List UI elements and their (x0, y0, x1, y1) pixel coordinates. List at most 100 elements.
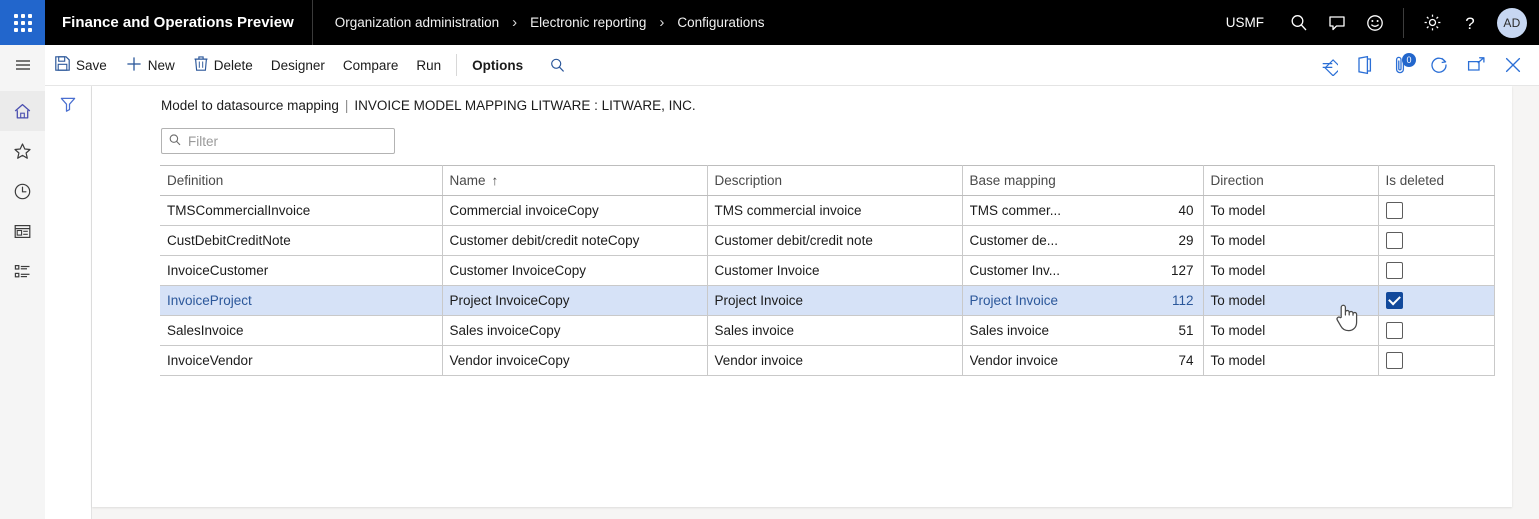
settings-gear-icon[interactable] (1413, 0, 1451, 45)
cell-base-mapping[interactable]: Customer Inv... 127 (962, 255, 1204, 286)
cell-name[interactable]: Vendor invoiceCopy (442, 345, 708, 376)
command-bar-right-actions: 0 (1309, 45, 1539, 85)
app-launcher-button[interactable] (0, 0, 45, 45)
cell-is-deleted[interactable] (1378, 255, 1495, 286)
svg-text:?: ? (1465, 14, 1474, 33)
cell-direction[interactable]: To model (1203, 315, 1379, 346)
run-button[interactable]: Run (407, 45, 450, 85)
cell-definition[interactable]: CustDebitCreditNote (160, 225, 443, 256)
cell-base-mapping[interactable]: Customer de... 29 (962, 225, 1204, 256)
cell-is-deleted[interactable] (1378, 195, 1495, 226)
filter-funnel-icon[interactable] (45, 86, 91, 122)
cell-is-deleted[interactable] (1378, 285, 1495, 316)
popout-icon[interactable] (1457, 45, 1494, 85)
compare-button[interactable]: Compare (334, 45, 408, 85)
cell-description[interactable]: TMS commercial invoice (707, 195, 963, 226)
app-title[interactable]: Finance and Operations Preview (45, 14, 312, 31)
cell-name[interactable]: Customer InvoiceCopy (442, 255, 708, 286)
column-header-is-deleted[interactable]: Is deleted (1378, 165, 1495, 196)
cell-definition[interactable]: InvoiceProject (160, 285, 443, 316)
cell-base-mapping[interactable]: Sales invoice 51 (962, 315, 1204, 346)
breadcrumb-item-organization-administration[interactable]: Organization administration (335, 15, 499, 30)
column-header-name[interactable]: Name ↑ (442, 165, 708, 196)
cell-description[interactable]: Customer debit/credit note (707, 225, 963, 256)
cell-name[interactable]: Sales invoiceCopy (442, 315, 708, 346)
cell-description[interactable]: Project Invoice (707, 285, 963, 316)
message-icon[interactable] (1318, 0, 1356, 45)
cell-direction[interactable]: To model (1203, 285, 1379, 316)
cell-direction[interactable]: To model (1203, 225, 1379, 256)
cell-is-deleted[interactable] (1378, 315, 1495, 346)
cell-base-mapping[interactable]: Vendor invoice 74 (962, 345, 1204, 376)
cell-definition[interactable]: TMSCommercialInvoice (160, 195, 443, 226)
star-favorites-icon[interactable] (0, 131, 45, 171)
cell-base-mapping[interactable]: Project Invoice 112 (962, 285, 1204, 316)
column-header-base-mapping[interactable]: Base mapping (962, 165, 1204, 196)
table-row-selected[interactable]: InvoiceProject Project InvoiceCopy Proje… (160, 285, 1495, 316)
column-header-direction[interactable]: Direction (1203, 165, 1379, 196)
feedback-smiley-icon[interactable] (1356, 0, 1394, 45)
cell-definition[interactable]: InvoiceCustomer (160, 255, 443, 286)
refresh-icon[interactable] (1420, 45, 1457, 85)
compare-label: Compare (342, 57, 399, 73)
cell-direction[interactable]: To model (1203, 195, 1379, 226)
cell-base-mapping[interactable]: TMS commer... 40 (962, 195, 1204, 226)
filter-input-wrapper[interactable] (161, 128, 395, 154)
base-mapping-number: 127 (1170, 263, 1194, 278)
cell-name[interactable]: Project InvoiceCopy (442, 285, 708, 316)
powerbi-diamond-icon[interactable] (1309, 45, 1346, 85)
help-question-icon[interactable]: ? (1451, 0, 1489, 45)
cell-definition[interactable]: SalesInvoice (160, 315, 443, 346)
close-icon[interactable] (1494, 45, 1531, 85)
office-app-icon[interactable] (1346, 45, 1383, 85)
table-row[interactable]: CustDebitCreditNote Customer debit/credi… (160, 225, 1495, 256)
search-icon[interactable] (1280, 0, 1318, 45)
cell-is-deleted[interactable] (1378, 225, 1495, 256)
breadcrumb-item-electronic-reporting[interactable]: Electronic reporting (530, 15, 646, 30)
breadcrumb-item-configurations[interactable]: Configurations (677, 15, 764, 30)
home-icon[interactable] (0, 91, 45, 131)
is-deleted-checkbox-checked[interactable] (1385, 292, 1403, 309)
base-mapping-number: 112 (1171, 293, 1194, 308)
is-deleted-checkbox[interactable] (1385, 352, 1403, 369)
designer-button[interactable]: Designer (262, 45, 334, 85)
workspaces-icon[interactable] (0, 211, 45, 251)
cell-direction[interactable]: To model (1203, 255, 1379, 286)
clock-recent-icon[interactable] (0, 171, 45, 211)
designer-label: Designer (270, 57, 325, 73)
cell-description[interactable]: Sales invoice (707, 315, 963, 346)
modules-list-icon[interactable] (0, 251, 45, 291)
base-mapping-text: TMS commer... (969, 203, 1062, 218)
save-button[interactable]: Save (45, 45, 116, 85)
is-deleted-checkbox[interactable] (1385, 322, 1403, 339)
cell-name[interactable]: Customer debit/credit noteCopy (442, 225, 708, 256)
avatar[interactable]: AD (1497, 7, 1527, 38)
filter-input[interactable] (182, 132, 388, 150)
page-title: Model to datasource mapping | INVOICE MODE… (92, 86, 1512, 113)
table-row[interactable]: TMSCommercialInvoice Commercial invoiceC… (160, 195, 1495, 226)
cell-description[interactable]: Vendor invoice (707, 345, 963, 376)
top-navigation-bar: Finance and Operations Preview Organizat… (0, 0, 1539, 45)
delete-button[interactable]: Delete (184, 45, 262, 85)
cell-description[interactable]: Customer Invoice (707, 255, 963, 286)
is-deleted-checkbox[interactable] (1385, 232, 1403, 249)
cell-name[interactable]: Commercial invoiceCopy (442, 195, 708, 226)
attachments-icon[interactable]: 0 (1383, 45, 1420, 85)
table-row[interactable]: InvoiceVendor Vendor invoiceCopy Vendor … (160, 345, 1495, 376)
delete-label: Delete (213, 57, 253, 73)
company-selector[interactable]: USMF (1218, 15, 1280, 30)
table-row[interactable]: SalesInvoice Sales invoiceCopy Sales inv… (160, 315, 1495, 346)
hamburger-menu-icon[interactable] (0, 45, 45, 85)
cell-definition[interactable]: InvoiceVendor (160, 345, 443, 376)
column-header-definition[interactable]: Definition (160, 165, 443, 196)
cell-direction[interactable]: To model (1203, 345, 1379, 376)
new-button[interactable]: New (116, 45, 184, 85)
column-header-label: Direction (1210, 173, 1264, 188)
table-row[interactable]: InvoiceCustomer Customer InvoiceCopy Cus… (160, 255, 1495, 286)
column-header-description[interactable]: Description (707, 165, 963, 196)
is-deleted-checkbox[interactable] (1385, 262, 1403, 279)
options-button[interactable]: Options (463, 45, 532, 85)
command-search-icon[interactable] (540, 45, 574, 85)
cell-is-deleted[interactable] (1378, 345, 1495, 376)
is-deleted-checkbox[interactable] (1385, 202, 1403, 219)
